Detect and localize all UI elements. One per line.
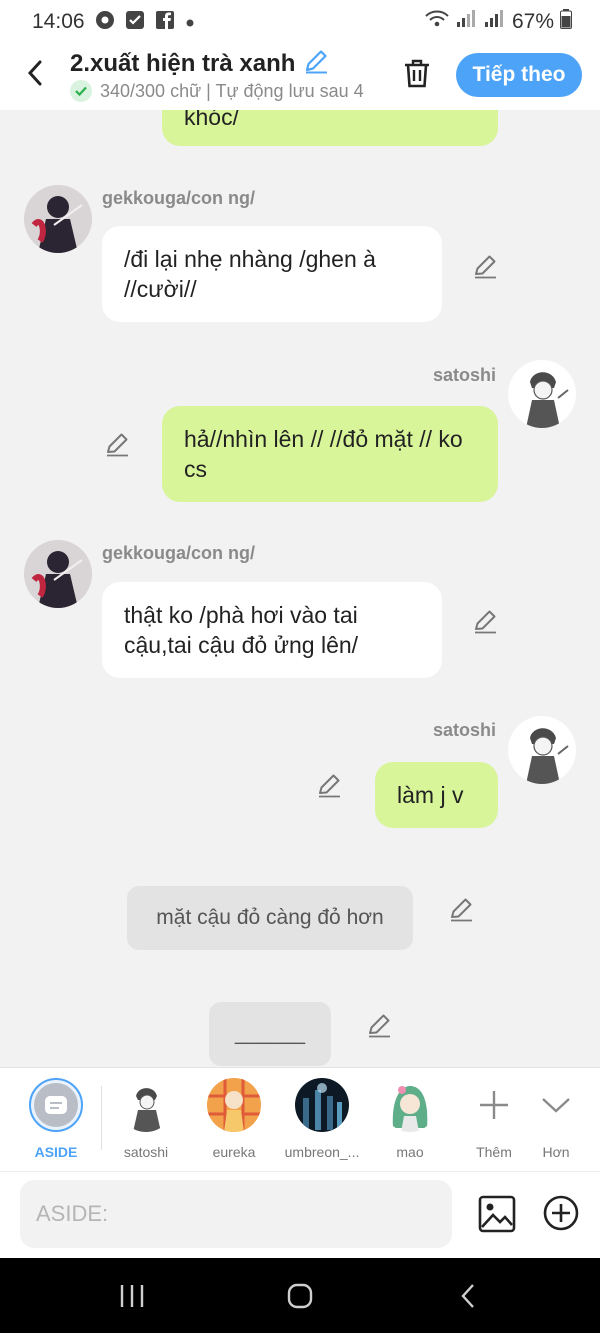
- edit-message-button[interactable]: [448, 896, 474, 922]
- system-back-button[interactable]: [448, 1278, 488, 1314]
- plus-circle-icon: [543, 1195, 579, 1231]
- notification-dot-icon: [185, 12, 195, 33]
- battery-level: 67%: [511, 10, 554, 33]
- pencil-icon: [107, 433, 128, 457]
- character-mao[interactable]: mao: [370, 1078, 450, 1160]
- speaker-name: gekkouga/con ng/: [102, 543, 256, 563]
- message-text: làm j v: [397, 782, 464, 808]
- character-label: eureka: [212, 1144, 256, 1160]
- speaker-name: satoshi: [433, 720, 497, 740]
- avatar-mao: [383, 1078, 437, 1132]
- message-input[interactable]: [20, 1180, 452, 1248]
- battery-icon: [560, 9, 572, 35]
- chrome-icon: [95, 10, 115, 35]
- message-bubble[interactable]: thật ko /phà hơi vào tai cậu,tai cậu đỏ …: [102, 582, 442, 678]
- aside-icon: [29, 1078, 83, 1132]
- character-umbreon[interactable]: umbreon_...: [282, 1078, 362, 1160]
- message-bubble[interactable]: khóc/: [162, 110, 498, 146]
- aside-bubble[interactable]: mặt cậu đỏ càng đỏ hơn: [127, 886, 413, 950]
- speaker-name: satoshi: [433, 365, 497, 385]
- chat-area[interactable]: khóc/ gekkouga/con ng/ /đi lại nhẹ nhàng…: [0, 110, 600, 1067]
- pencil-icon: [319, 774, 340, 798]
- back-button[interactable]: [20, 56, 50, 90]
- story-title: 2.xuất hiện trà xanh: [70, 49, 296, 77]
- character-label: Hơn: [542, 1144, 570, 1160]
- more-characters-button[interactable]: Hơn: [516, 1078, 596, 1160]
- message-bubble[interactable]: làm j v: [375, 762, 498, 828]
- saved-check-icon: [70, 80, 92, 102]
- chevron-left-icon: [27, 60, 42, 86]
- pencil-icon: [369, 1014, 390, 1038]
- wifi-icon: [424, 9, 450, 35]
- status-bar: 14:06 67%: [0, 0, 600, 44]
- pencil-icon: [475, 255, 496, 279]
- edit-message-button[interactable]: [316, 772, 342, 798]
- add-button[interactable]: [542, 1194, 580, 1232]
- chevron-down-icon: [529, 1078, 583, 1132]
- check-box-icon: [125, 10, 145, 35]
- recents-button[interactable]: [112, 1278, 152, 1314]
- edit-message-button[interactable]: [104, 431, 130, 457]
- trash-icon: [405, 59, 429, 88]
- message-text: khóc/: [184, 110, 239, 130]
- home-button[interactable]: [280, 1278, 320, 1314]
- message-text: /đi lại nhẹ nhàng /ghen à //cười//: [124, 246, 376, 302]
- composer: [0, 1171, 600, 1258]
- message-text: thật ko /phà hơi vào tai cậu,tai cậu đỏ …: [124, 602, 359, 658]
- back-arrow-icon: [461, 1284, 474, 1308]
- speaker-name: gekkouga/con ng/: [102, 188, 256, 208]
- avatar-gekkouga[interactable]: [24, 540, 92, 608]
- edit-message-button[interactable]: [472, 253, 498, 279]
- character-label: umbreon_...: [284, 1144, 360, 1160]
- edit-message-button[interactable]: [472, 608, 498, 634]
- signal-icon-2: [484, 9, 506, 35]
- recents-icon: [120, 1285, 144, 1307]
- message-bubble[interactable]: /đi lại nhẹ nhàng /ghen à //cười//: [102, 226, 442, 322]
- character-aside[interactable]: ASIDE: [16, 1078, 96, 1160]
- character-label: mao: [396, 1144, 424, 1160]
- avatar-umbreon: [295, 1078, 349, 1132]
- character-label: satoshi: [123, 1144, 169, 1160]
- aside-text: mặt cậu đỏ càng đỏ hơn: [156, 906, 384, 929]
- home-icon: [287, 1283, 313, 1309]
- plus-icon: [467, 1078, 521, 1132]
- next-button[interactable]: Tiếp theo: [456, 53, 582, 97]
- delete-button[interactable]: [400, 56, 434, 90]
- signal-icon: [456, 9, 478, 35]
- status-time: 14:06: [32, 10, 85, 33]
- system-navigation-bar: [0, 1258, 600, 1333]
- insert-image-button[interactable]: [477, 1194, 517, 1234]
- word-count-autosave: 340/300 chữ | Tự động lưu sau 4: [100, 80, 364, 101]
- message-bubble[interactable]: hả//nhìn lên // //đỏ mặt // ko cs: [162, 406, 498, 502]
- pencil-icon: [475, 610, 496, 634]
- aside-text: ______: [234, 1022, 306, 1045]
- divider: [101, 1086, 102, 1150]
- character-label: ASIDE: [34, 1144, 78, 1160]
- character-eureka[interactable]: eureka: [194, 1078, 274, 1160]
- character-satoshi[interactable]: satoshi: [106, 1078, 186, 1160]
- avatar-eureka: [207, 1078, 261, 1132]
- message-text: hả//nhìn lên // //đỏ mặt // ko cs: [184, 426, 463, 482]
- avatar-satoshi[interactable]: [508, 716, 576, 784]
- aside-bubble[interactable]: ______: [209, 1002, 331, 1066]
- avatar-satoshi[interactable]: [508, 360, 576, 428]
- facebook-icon: [155, 10, 175, 35]
- edit-title-icon[interactable]: [303, 48, 329, 79]
- character-selector: ASIDE satoshi eureka umbreon_... mao Thê…: [0, 1067, 600, 1171]
- avatar-gekkouga[interactable]: [24, 185, 92, 253]
- avatar-satoshi: [119, 1078, 173, 1132]
- pencil-icon: [451, 898, 472, 922]
- top-app-bar: 2.xuất hiện trà xanh 340/300 chữ | Tự độ…: [0, 44, 600, 110]
- edit-message-button[interactable]: [366, 1012, 392, 1038]
- image-icon: [478, 1195, 516, 1233]
